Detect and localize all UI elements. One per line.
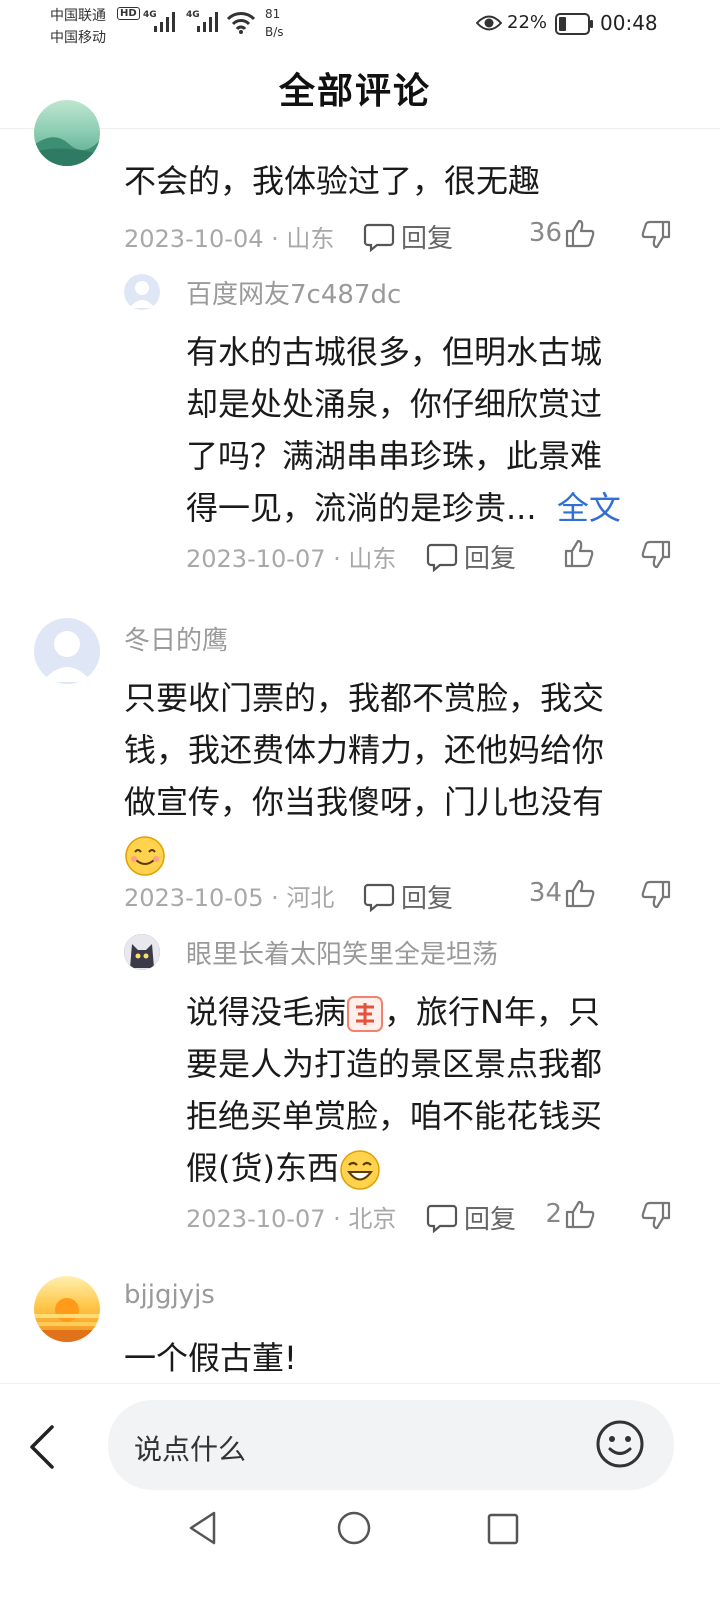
nav-recent-icon[interactable] [487, 1513, 519, 1545]
battery-icon [555, 13, 593, 35]
avatar[interactable] [34, 100, 100, 166]
reply-icon [363, 223, 395, 252]
network-speed: 81 B/s [265, 5, 284, 41]
comment-meta: 2023-10-04 · 山东 [124, 225, 335, 253]
hd-badge: HD [117, 7, 140, 20]
content-line: 有水的古城很多，但明水古城 [186, 333, 603, 371]
comment-username[interactable]: bjjgjyjs [124, 1280, 215, 1310]
speed-value: 81 [265, 7, 281, 21]
wifi-icon [226, 12, 256, 34]
like-count: 34 [528, 878, 562, 908]
content-line: 假(货)东西 [186, 1142, 686, 1194]
thumb-down-icon[interactable] [640, 218, 672, 250]
carrier-secondary: 中国移动 [50, 30, 106, 46]
comment-content: 只要收门票的，我都不赏脸，我交 钱，我还费体力精力，还他妈给你 做宣传，你当我傻… [124, 672, 694, 880]
page-title: 全部评论 [278, 71, 431, 112]
signal-icon [154, 12, 175, 32]
nav-home-icon[interactable] [336, 1510, 372, 1546]
thumb-down-icon[interactable] [640, 1199, 672, 1231]
content-line: 说得没毛病 ，旅行N年，只 [186, 986, 686, 1038]
thumb-up-icon [565, 1200, 595, 1229]
thumb-down-icon[interactable] [640, 538, 672, 570]
reply-meta: 2023-10-07 · 山东 [186, 545, 397, 573]
avatar[interactable] [34, 1276, 100, 1342]
header-divider [0, 128, 720, 129]
thumb-down-icon[interactable] [640, 878, 672, 910]
content-text: ，旅行N年，只 [384, 993, 600, 1031]
smile-emoji-icon [125, 836, 165, 876]
thumb-up-icon [565, 219, 595, 248]
emoji-icon[interactable] [594, 1418, 646, 1470]
signal-icon-2 [197, 12, 218, 32]
content-text: 假(货)东西 [186, 1149, 339, 1187]
speed-unit: B/s [265, 25, 284, 39]
eye-icon [476, 15, 502, 31]
battery-percent: 22% [507, 12, 548, 33]
sunset-avatar-icon [34, 1298, 100, 1342]
reply-content: 有水的古城很多，但明水古城 却是处处涌泉，你仔细欣赏过 了吗？满湖串串珍珠，此景… [186, 326, 686, 534]
default-avatar-icon [42, 631, 92, 682]
content-line: 要是人为打造的景区景点我都 [186, 1045, 603, 1083]
carrier-primary: 中国联通 [50, 8, 106, 24]
grin-emoji-icon [340, 1150, 380, 1190]
reply-label: 回复 [401, 224, 454, 254]
avatar[interactable] [34, 618, 100, 684]
comment-username[interactable]: 冬日的鹰 [124, 620, 228, 657]
thumb-up-icon[interactable] [563, 538, 595, 568]
cat-avatar-icon [124, 934, 160, 970]
reply-username[interactable]: 百度网友7c487dc [186, 274, 401, 311]
reply-icon [426, 543, 458, 572]
content-line [124, 828, 694, 880]
content-truncated: 得一见，流淌的是珍贵... [186, 489, 537, 527]
comment-content: 一个假古董! [124, 1339, 297, 1377]
default-avatar-icon [129, 281, 155, 308]
status-bar: 中国联通 中国移动 HD 4G 4G 81 B/s 22% 00:48 [0, 0, 720, 50]
avatar[interactable] [124, 934, 160, 970]
back-arrow-icon[interactable] [26, 1423, 58, 1471]
avatar[interactable] [124, 274, 160, 310]
reply-content: 说得没毛病 ，旅行N年，只 要是人为打造的景区景点我都 拒绝买单赏脸，咱不能花钱… [186, 986, 686, 1194]
reply-label: 回复 [401, 884, 454, 914]
like-count: 36 [528, 218, 562, 248]
comment-content: 不会的，我体验过了，很无趣 [124, 162, 541, 200]
reply-icon [426, 1204, 458, 1233]
like-button[interactable]: 34 [500, 878, 596, 908]
full-text-link[interactable]: 全文 [557, 489, 621, 527]
like-button[interactable]: 36 [500, 218, 596, 248]
content-line: 只要收门票的，我都不赏脸，我交 [124, 679, 605, 717]
nav-back-icon[interactable] [186, 1510, 220, 1546]
reply-meta: 2023-10-07 · 北京 [186, 1205, 397, 1233]
content-line: 得一见，流淌的是珍贵... 全文 [186, 482, 686, 534]
content-line: 却是处处涌泉，你仔细欣赏过 [186, 385, 603, 423]
reply-username[interactable]: 眼里长着太阳笑里全是坦荡 [186, 934, 498, 971]
content-text: 说得没毛病 [186, 993, 347, 1031]
landscape-avatar-icon [34, 137, 100, 166]
reply-icon [363, 883, 395, 912]
like-count: 2 [545, 1199, 562, 1229]
content-line: 做宣传，你当我傻呀，门儿也没有 [124, 783, 605, 821]
reply-button[interactable]: 回复 [363, 878, 453, 915]
content-line: 钱，我还费体力精力，还他妈给你 [124, 731, 605, 769]
reply-label: 回复 [464, 544, 517, 574]
reply-button[interactable]: 回复 [426, 538, 516, 575]
thumb-up-icon [565, 879, 595, 908]
content-line: 拒绝买单赏脸，咱不能花钱买 [186, 1097, 603, 1135]
content-line: 了吗？满湖串串珍珠，此景难 [186, 437, 603, 475]
comment-meta: 2023-10-05 · 河北 [124, 884, 335, 912]
zan-emoji-icon [347, 996, 384, 1032]
like-button[interactable]: 2 [500, 1199, 596, 1229]
clock: 00:48 [600, 11, 658, 35]
comment-input-placeholder: 说点什么 [134, 1433, 247, 1466]
reply-button[interactable]: 回复 [363, 218, 453, 255]
